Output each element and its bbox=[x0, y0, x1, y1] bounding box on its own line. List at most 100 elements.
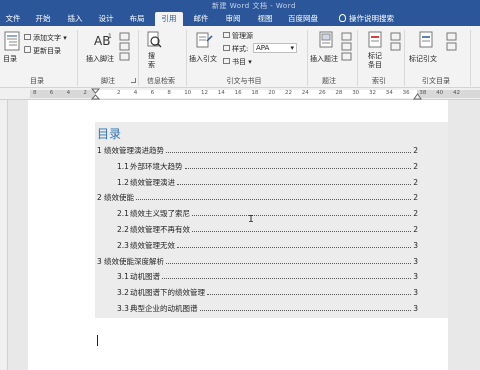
toc-entry-text: 绩效管理演进 bbox=[130, 177, 175, 187]
ruler-tick: 24 bbox=[301, 90, 309, 96]
horizontal-ruler[interactable]: 8 6 4 2 2 4 6 8 10 12 14 16 18 20 22 24 26 28 30 32 34 36 38 40… bbox=[0, 88, 480, 100]
ruler-tick: 32 bbox=[369, 90, 376, 96]
insert-citation-icon bbox=[196, 32, 213, 48]
toc-entry-level2[interactable]: 1.2 绩效管理演进 2 bbox=[117, 178, 418, 188]
toc-entry-text: 动机图谱下的绩效管理 bbox=[130, 288, 205, 298]
toc-entry-level2[interactable]: 3.1 动机图谱 3 bbox=[117, 272, 418, 282]
toc-leader-dots bbox=[136, 199, 411, 201]
ruler-tick: 30 bbox=[352, 90, 360, 96]
toc-entry-level2[interactable]: 2.2 绩效管理不再有效 2 bbox=[117, 225, 418, 235]
toc-heading[interactable]: 目录 bbox=[97, 125, 121, 142]
toc-leader-dots bbox=[177, 246, 411, 248]
manage-sources-label: 管理源 bbox=[232, 32, 253, 40]
insert-caption-label: 插入题注 bbox=[310, 55, 338, 63]
ribbon-tab-bar: 新建 Word 文档 - Word 文件 开始 插入 设计 布局 引用 邮件 审… bbox=[0, 0, 480, 26]
toc-entry-level2[interactable]: 2.3 绩效管理无效 3 bbox=[117, 241, 418, 251]
toc-entry-level1[interactable]: 3 绩效使能深度解析 3 bbox=[97, 257, 418, 267]
ruler-tick: 16 bbox=[234, 90, 242, 96]
bibliography-icon bbox=[223, 58, 230, 64]
toc-entry-text: 绩效管理不再有效 bbox=[130, 225, 190, 234]
toc-entry-level2[interactable]: 1.1 外部环境大趋势 2 bbox=[117, 162, 418, 172]
toc-entry-text: 动机图谱 bbox=[130, 272, 160, 282]
toc-entry-number: 1.1 bbox=[117, 161, 129, 171]
tell-me-label: 操作说明搜索 bbox=[349, 14, 394, 23]
svg-text:1: 1 bbox=[108, 33, 112, 40]
references-ribbon: 目录 添加文字 ▾ 更新目录 目录 AB 1 插入脚注 脚注 搜 索 信息检索 bbox=[0, 26, 480, 88]
mark-entry-icon bbox=[368, 31, 382, 48]
authorities-group-label: 引文目录 bbox=[422, 77, 450, 85]
toc-entry-text: 绩效主义毁了索尼 bbox=[130, 209, 190, 219]
toc-icon bbox=[4, 31, 20, 51]
group-divider bbox=[404, 30, 405, 86]
vertical-ruler[interactable] bbox=[0, 100, 8, 370]
toc-leader-dots bbox=[177, 183, 411, 185]
toc-entry-number: 3.2 bbox=[117, 288, 129, 298]
caption-group-label: 题注 bbox=[322, 77, 336, 85]
group-divider bbox=[186, 30, 187, 86]
tab-references[interactable]: 引用 bbox=[155, 12, 183, 26]
index-small-icons[interactable] bbox=[390, 32, 402, 62]
tab-baidu-netdisk[interactable]: 百度网盘 bbox=[286, 12, 320, 26]
toc-entry-number: 1.2 bbox=[117, 177, 129, 187]
toc-leader-dots bbox=[166, 262, 411, 264]
group-divider bbox=[470, 30, 471, 86]
toc-page-number: 2 bbox=[413, 225, 418, 234]
tab-mailings[interactable]: 邮件 bbox=[190, 12, 212, 26]
tab-layout[interactable]: 布局 bbox=[126, 12, 148, 26]
toc-leader-dots bbox=[192, 231, 411, 232]
authorities-small-icons[interactable] bbox=[446, 32, 458, 62]
ruler-tick: 6 bbox=[150, 90, 155, 96]
tell-me-search[interactable]: 操作说明搜索 bbox=[339, 12, 411, 26]
add-text-icon bbox=[24, 34, 31, 40]
ruler-tick: 12 bbox=[201, 90, 208, 96]
toc-entry-level2[interactable]: 2.1 绩效主义毁了索尼 2 bbox=[117, 209, 418, 219]
caption-small-icons[interactable] bbox=[341, 32, 353, 62]
ruler-tick: 10 bbox=[184, 90, 192, 96]
toc-entry-number: 3 bbox=[97, 256, 102, 266]
style-label: 样式: bbox=[232, 45, 249, 53]
toc-page-number: 2 bbox=[413, 161, 418, 171]
toc-entry-level2[interactable]: 3.3 典型企业的动机图谱 3 bbox=[117, 304, 418, 314]
toc-entry-number: 2.1 bbox=[117, 209, 129, 219]
document-page[interactable] bbox=[28, 100, 448, 370]
ruler-tick: 22 bbox=[285, 90, 292, 96]
ruler-tick: 20 bbox=[268, 90, 276, 96]
tab-review[interactable]: 审阅 bbox=[222, 12, 244, 26]
indent-marker-icon[interactable] bbox=[91, 88, 100, 100]
ruler-tick: 42 bbox=[453, 90, 460, 96]
toc-entry-level1[interactable]: 1 绩效管理演进趋势 2 bbox=[97, 146, 418, 156]
toc-entry-text: 典型企业的动机图谱 bbox=[130, 304, 198, 313]
ruler-tick: 18 bbox=[251, 90, 259, 96]
toc-page-number: 3 bbox=[413, 256, 418, 266]
toc-leader-dots bbox=[166, 152, 411, 153]
toc-page-number: 3 bbox=[413, 272, 418, 282]
insert-footnote-label: 插入脚注 bbox=[86, 55, 114, 63]
toc-entry-text: 绩效管理无效 bbox=[130, 240, 175, 250]
footnote-dialog-launcher[interactable] bbox=[131, 78, 136, 83]
ruler-tick: 8 bbox=[167, 90, 171, 96]
text-cursor bbox=[97, 335, 98, 346]
add-text-button[interactable]: 添加文字 ▾ bbox=[24, 33, 67, 43]
citation-group-label: 引文与书目 bbox=[226, 77, 262, 85]
ibeam-cursor-icon: I bbox=[248, 214, 255, 225]
footnote-small-icons[interactable] bbox=[119, 32, 131, 62]
toc-entry-level2[interactable]: 3.2 动机图谱下的绩效管理 3 bbox=[117, 288, 418, 298]
update-toc-button[interactable]: 更新目录 bbox=[24, 46, 61, 56]
citation-style-value: APA bbox=[256, 44, 270, 52]
tab-insert[interactable]: 插入 bbox=[64, 12, 86, 26]
tab-file[interactable]: 文件 bbox=[2, 12, 24, 26]
update-toc-icon bbox=[24, 46, 31, 53]
ruler-tick: 28 bbox=[335, 90, 343, 96]
mark-citation-icon bbox=[419, 31, 433, 48]
tab-view[interactable]: 视图 bbox=[254, 12, 276, 26]
tab-home[interactable]: 开始 bbox=[32, 12, 54, 26]
manage-sources-button[interactable]: 管理源 bbox=[223, 31, 253, 41]
bibliography-button[interactable]: 书目 ▾ bbox=[223, 57, 252, 67]
toc-entry-number: 2 bbox=[97, 193, 102, 203]
add-text-label: 添加文字 bbox=[33, 34, 61, 42]
toc-page-number: 3 bbox=[413, 240, 418, 250]
citation-style-dropdown[interactable]: APA ▾ bbox=[253, 43, 297, 53]
toc-leader-dots bbox=[192, 215, 411, 217]
toc-entry-level1[interactable]: 2 绩效使能 2 bbox=[97, 193, 418, 203]
tab-design[interactable]: 设计 bbox=[95, 12, 117, 26]
